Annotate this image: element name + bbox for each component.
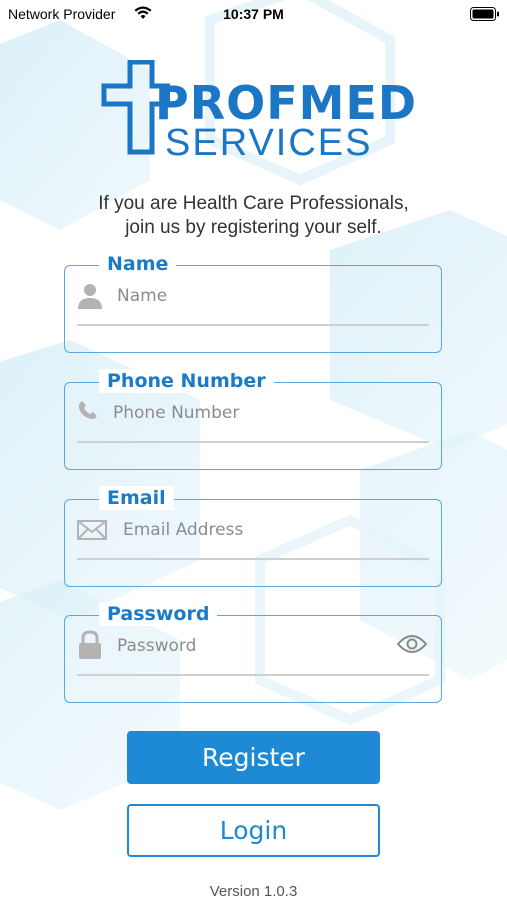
version-label: Version 1.0.3: [209, 883, 298, 900]
password-underline: [77, 674, 429, 676]
email-field: Email: [64, 486, 442, 587]
email-underline: [77, 558, 429, 560]
phone-input[interactable]: [111, 397, 395, 429]
logo-subtitle: SERVICES: [165, 122, 373, 164]
name-field: Name: [64, 252, 442, 353]
person-icon: [77, 282, 103, 315]
eye-icon[interactable]: [396, 634, 428, 659]
tagline-line-2: join us by registering your self.: [125, 217, 382, 238]
phone-underline: [77, 441, 429, 443]
status-bar: Network Provider 10:37 PM: [0, 0, 507, 30]
password-field: Password: [64, 602, 442, 703]
password-input[interactable]: [115, 630, 389, 662]
name-underline: [77, 324, 429, 326]
password-label: Password: [99, 602, 218, 626]
logo-title: PROFMED: [155, 76, 418, 130]
phone-field: Phone Number: [64, 369, 442, 470]
email-label: Email: [99, 486, 174, 510]
lock-icon: [77, 630, 103, 665]
status-time: 10:37 PM: [223, 6, 284, 22]
name-label: Name: [99, 252, 177, 276]
name-input[interactable]: [115, 280, 399, 312]
tagline-line-1: If you are Health Care Professionals,: [98, 193, 409, 214]
app-logo: PROFMED SERVICES: [100, 60, 416, 162]
battery-icon: [470, 7, 500, 26]
tagline: If you are Health Care Professionals, jo…: [0, 192, 507, 240]
phone-label: Phone Number: [99, 369, 274, 393]
email-input[interactable]: [121, 514, 405, 546]
register-button[interactable]: Register: [127, 731, 380, 784]
envelope-icon: [77, 520, 107, 545]
login-button[interactable]: Login: [127, 804, 380, 857]
phone-icon: [77, 399, 99, 426]
